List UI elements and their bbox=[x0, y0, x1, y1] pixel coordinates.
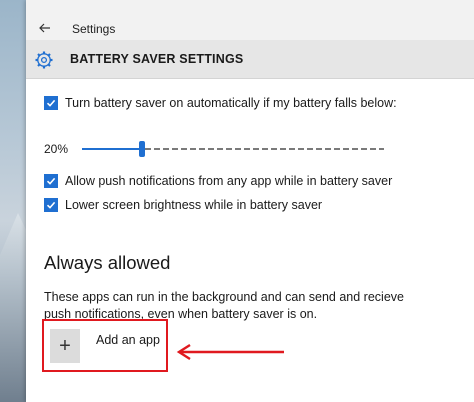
page-header: BATTERY SAVER SETTINGS bbox=[26, 40, 474, 79]
checkmark-icon bbox=[46, 177, 56, 185]
lower-brightness-checkbox[interactable] bbox=[44, 198, 58, 212]
threshold-slider[interactable] bbox=[82, 141, 384, 157]
arrow-left-icon bbox=[39, 23, 50, 33]
checkmark-icon bbox=[46, 201, 56, 209]
annotation-arrow-icon bbox=[176, 343, 284, 361]
lower-brightness-setting: Lower screen brightness while in battery… bbox=[44, 198, 322, 212]
add-an-app-button[interactable]: + Add an app bbox=[50, 329, 160, 363]
slider-fill bbox=[82, 148, 143, 150]
always-allowed-heading: Always allowed bbox=[44, 252, 171, 273]
threshold-value: 20% bbox=[44, 142, 69, 156]
push-notifications-setting: Allow push notifications from any app wh… bbox=[44, 174, 392, 188]
auto-on-checkbox[interactable] bbox=[44, 96, 58, 110]
page-title: BATTERY SAVER SETTINGS bbox=[70, 52, 244, 66]
slider-thumb[interactable] bbox=[139, 141, 146, 157]
push-notifications-checkbox[interactable] bbox=[44, 174, 58, 188]
back-button[interactable] bbox=[34, 17, 56, 39]
plus-icon: + bbox=[50, 329, 80, 363]
lower-brightness-label: Lower screen brightness while in battery… bbox=[65, 198, 323, 212]
settings-window: Settings BATTERY SAVER SETTINGS Turn bat… bbox=[26, 0, 474, 402]
window-title: Settings bbox=[72, 22, 116, 36]
auto-on-label: Turn battery saver on automatically if m… bbox=[65, 96, 397, 110]
title-bar: Settings bbox=[26, 0, 474, 40]
always-allowed-description: These apps can run in the background and… bbox=[44, 290, 404, 321]
gear-icon bbox=[35, 51, 53, 69]
checkmark-icon bbox=[46, 99, 56, 107]
add-an-app-label: Add an app bbox=[96, 333, 160, 347]
auto-on-setting: Turn battery saver on automatically if m… bbox=[44, 96, 397, 110]
push-notifications-label: Allow push notifications from any app wh… bbox=[65, 174, 393, 188]
